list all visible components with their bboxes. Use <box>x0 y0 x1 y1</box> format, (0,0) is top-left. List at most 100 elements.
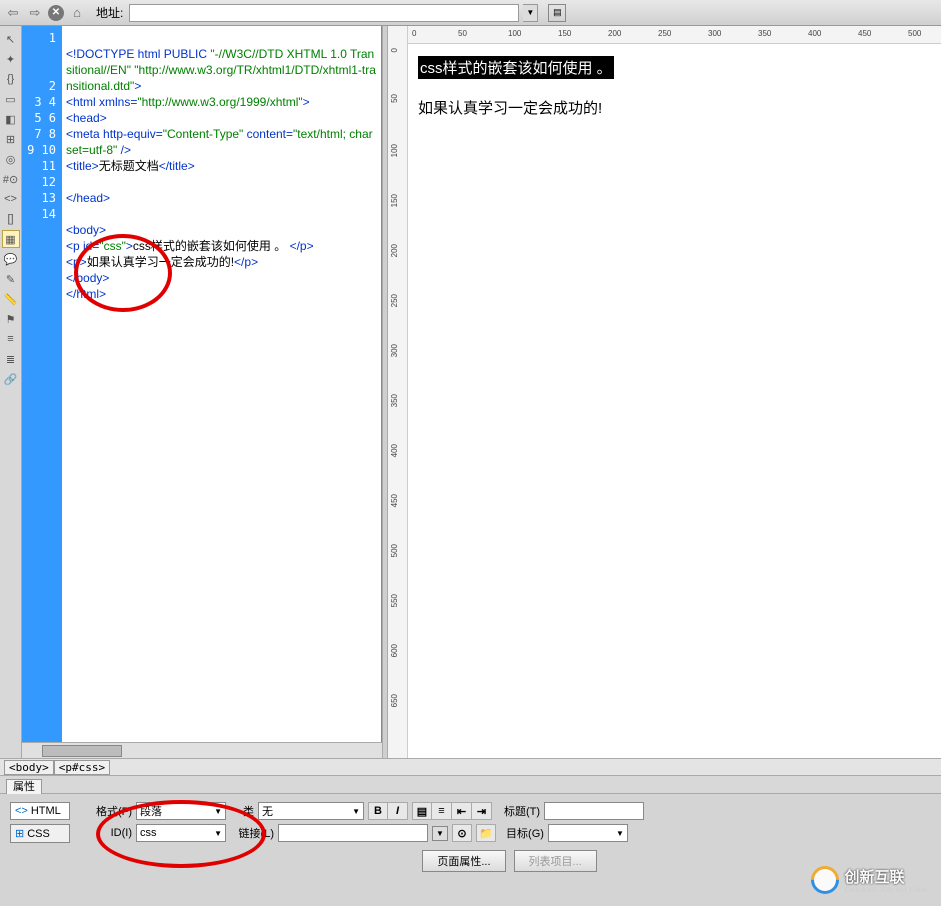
indent-button[interactable]: ⇥ <box>472 802 492 820</box>
tool-tag-icon[interactable]: <> <box>2 190 20 208</box>
id-select[interactable]: css▼ <box>136 824 226 842</box>
browse-folder-icon[interactable]: 📁 <box>476 824 496 842</box>
address-dropdown[interactable]: ▼ <box>523 4 538 22</box>
tool-expand-icon[interactable]: ⊞ <box>2 130 20 148</box>
tool-pencil-icon[interactable]: ✎ <box>2 270 20 288</box>
paragraph-text[interactable]: 如果认真学习一定会成功的! <box>418 97 931 118</box>
mode-switch: <>HTML ⊞CSS <box>10 802 70 847</box>
target-select[interactable]: ▼ <box>548 824 628 842</box>
address-label: 地址: <box>96 4 123 21</box>
left-toolbar: ↖ ✦ {} ▭ ◧ ⊞ ◎ #⊙ <> [] ▦ 💬 ✎ 📏 ⚑ ≡ ≣ 🔗 <box>0 26 22 758</box>
tool-highlight-icon[interactable]: ▦ <box>2 230 20 248</box>
line-gutter: 1 2 3 4 5 6 7 8 9 10 11 12 13 14 <box>22 26 62 758</box>
tool-cursor-icon[interactable]: ↖ <box>2 30 20 48</box>
code-token: "css" <box>99 239 126 253</box>
code-token: css样式的嵌套该如何使用 。 <box>133 239 290 253</box>
link-label: 链接(L) <box>230 825 274 841</box>
code-token: content= <box>243 127 293 141</box>
selected-paragraph[interactable]: css样式的嵌套该如何使用 。 <box>418 56 614 79</box>
watermark-subtext: CHUANG XIN HU LIAN <box>844 887 927 894</box>
tool-comment-icon[interactable]: 💬 <box>2 250 20 268</box>
link-dropdown[interactable]: ▼ <box>432 826 448 841</box>
code-token: > <box>134 79 141 93</box>
code-token: </html> <box>66 287 106 301</box>
forward-button[interactable]: ⇨ <box>26 4 44 22</box>
code-token: <!DOCTYPE html PUBLIC <box>66 47 210 61</box>
code-token: 无标题文档 <box>99 159 159 173</box>
code-panel: 1 2 3 4 5 6 7 8 9 10 11 12 13 14 <!DOCTY… <box>22 26 382 758</box>
outdent-button[interactable]: ⇤ <box>452 802 472 820</box>
id-label: ID(I) <box>88 827 132 839</box>
code-token: </title> <box>159 159 195 173</box>
address-toolbar: ⇦ ⇨ ✕ ⌂ 地址: ▼ ▤ <box>0 0 941 26</box>
horizontal-scrollbar[interactable] <box>22 742 382 758</box>
watermark-text: 创新互联 <box>844 866 927 887</box>
design-canvas[interactable]: css样式的嵌套该如何使用 。 如果认真学习一定会成功的! <box>408 44 941 758</box>
code-token: </p> <box>290 239 314 253</box>
code-token: > <box>303 95 310 109</box>
tool-hash-icon[interactable]: #⊙ <box>2 170 20 188</box>
back-button[interactable]: ⇦ <box>4 4 22 22</box>
stop-button[interactable]: ✕ <box>48 5 64 21</box>
tool-collapse-icon[interactable]: ◧ <box>2 110 20 128</box>
ol-button[interactable]: ≡ <box>432 802 452 820</box>
horizontal-ruler: 0 50 100 150 200 250 300 350 400 450 500 <box>408 26 941 44</box>
tool-indent-left-icon[interactable]: ≡ <box>2 330 20 348</box>
format-label: 格式(F) <box>88 803 132 819</box>
code-token: <meta http-equiv= <box>66 127 163 141</box>
title-label: 标题(T) <box>496 803 540 819</box>
preview-panel: 0 50 100 150 200 250 300 350 400 450 500… <box>388 26 941 758</box>
code-token: <title> <box>66 159 99 173</box>
bold-button[interactable]: B <box>368 802 388 820</box>
code-token: 如果认真学习一定会成功的! <box>87 255 234 269</box>
code-token: </body> <box>66 271 109 285</box>
tool-flag-icon[interactable]: ⚑ <box>2 310 20 328</box>
tool-braces-icon[interactable]: {} <box>2 70 20 88</box>
vertical-ruler: 0 50 100 150 200 250 300 350 400 450 500… <box>388 26 408 758</box>
tool-ruler-icon[interactable]: 📏 <box>2 290 20 308</box>
page-properties-button[interactable]: 页面属性... <box>422 850 505 872</box>
list-items-button: 列表项目... <box>514 850 597 872</box>
code-token: <p> <box>66 255 87 269</box>
code-token: </p> <box>234 255 258 269</box>
code-editor[interactable]: <!DOCTYPE html PUBLIC "-//W3C//DTD XHTML… <box>62 26 381 758</box>
breadcrumb-pcss[interactable]: <p#css> <box>54 760 110 775</box>
tag-breadcrumb: <body><p#css> <box>0 758 941 776</box>
code-token: /> <box>117 143 131 157</box>
tool-indent-right-icon[interactable]: ≣ <box>2 350 20 368</box>
scrollbar-thumb[interactable] <box>42 745 122 757</box>
address-input[interactable] <box>129 4 519 22</box>
code-token: <head> <box>66 111 107 125</box>
tool-link-icon[interactable]: 🔗 <box>2 370 20 388</box>
css-mode-button[interactable]: ⊞CSS <box>10 824 70 843</box>
point-to-file-icon[interactable]: ⊙ <box>452 824 472 842</box>
code-token: <p id= <box>66 239 99 253</box>
ul-button[interactable]: ▤ <box>412 802 432 820</box>
class-select[interactable]: 无▼ <box>258 802 364 820</box>
code-token: </head> <box>66 191 110 205</box>
tool-target-icon[interactable]: ◎ <box>2 150 20 168</box>
breadcrumb-body[interactable]: <body> <box>4 760 54 775</box>
list-buttons: ▤ ≡ ⇤ ⇥ <box>412 802 492 820</box>
target-label: 目标(G) <box>500 825 544 841</box>
link-input[interactable] <box>278 824 428 842</box>
format-select[interactable]: 段落▼ <box>136 802 226 820</box>
italic-button[interactable]: I <box>388 802 408 820</box>
watermark: 创新互联 CHUANG XIN HU LIAN <box>812 866 927 894</box>
tool-select-icon[interactable]: ▭ <box>2 90 20 108</box>
preview-body: 0 50 100 150 200 250 300 350 400 450 500… <box>408 26 941 758</box>
properties-panel: <>HTML ⊞CSS 格式(F) 段落▼ 类 无▼ B I ▤ ≡ ⇤ ⇥ 标… <box>0 794 941 906</box>
format-buttons: B I <box>368 802 408 820</box>
tab-properties[interactable]: 属性 <box>6 779 42 794</box>
html-mode-button[interactable]: <>HTML <box>10 802 70 820</box>
home-button[interactable]: ⌂ <box>68 4 86 22</box>
code-token: "http://www.w3.org/1999/xhtml" <box>137 95 302 109</box>
code-token: <body> <box>66 223 106 237</box>
view-options-button[interactable]: ▤ <box>548 4 566 22</box>
tool-wand-icon[interactable]: ✦ <box>2 50 20 68</box>
code-token: <html xmlns= <box>66 95 137 109</box>
code-token: "Content-Type" <box>163 127 244 141</box>
title-input[interactable] <box>544 802 644 820</box>
tool-bracket-icon[interactable]: [] <box>2 210 20 228</box>
watermark-logo-icon <box>812 867 838 893</box>
